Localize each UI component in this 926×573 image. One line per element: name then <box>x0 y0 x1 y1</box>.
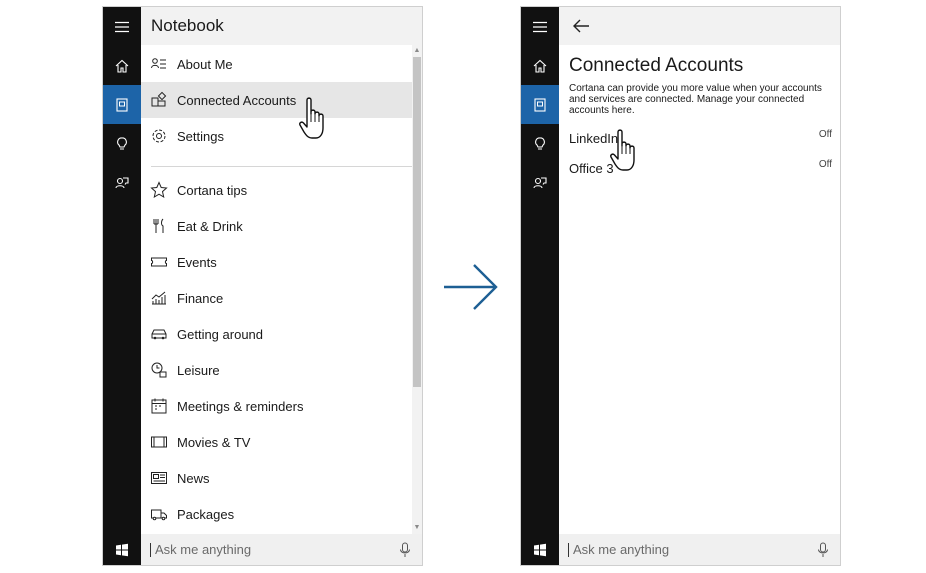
menu-item-label: Movies & TV <box>177 434 251 450</box>
notebook-header: Notebook <box>141 7 422 45</box>
menu-item-label: Eat & Drink <box>177 218 243 234</box>
hamburger-menu-button[interactable] <box>521 7 559 46</box>
menu-item-label: Getting around <box>177 326 264 342</box>
menu-item-connected-accounts[interactable]: Connected Accounts <box>141 82 412 118</box>
account-status: Off <box>818 129 832 140</box>
notebook-icon <box>116 97 128 112</box>
menu-item-label: Meetings & reminders <box>177 398 304 414</box>
hamburger-menu-button[interactable] <box>103 7 141 46</box>
leisure-icon <box>150 361 168 379</box>
nav-rail <box>521 7 559 565</box>
feedback-button[interactable] <box>103 163 141 202</box>
menu-item-label: Packages <box>177 506 235 522</box>
menu-item-label: About Me <box>177 56 233 72</box>
hamburger-icon <box>115 21 129 32</box>
menu-item-movies-tv[interactable]: Movies & TV <box>141 424 412 460</box>
scroll-thumb[interactable] <box>413 57 421 387</box>
hand-cursor-icon <box>299 97 324 139</box>
newspaper-icon <box>150 469 168 487</box>
home-button[interactable] <box>103 46 141 85</box>
windows-logo-icon <box>534 543 546 557</box>
finance-chart-icon <box>150 289 168 307</box>
menu-item-about-me[interactable]: About Me <box>141 46 412 82</box>
connected-accounts-icon <box>150 91 168 109</box>
notebook-button[interactable] <box>103 85 141 124</box>
notebook-menu: About Me Connected Accounts Settings Cor… <box>141 45 422 534</box>
hand-cursor-icon <box>610 129 635 171</box>
connected-accounts-header <box>559 7 840 45</box>
start-button[interactable] <box>103 535 141 565</box>
car-icon <box>150 325 168 343</box>
hamburger-icon <box>533 21 547 32</box>
notebook-button[interactable] <box>521 85 559 124</box>
microphone-icon[interactable] <box>816 542 830 558</box>
truck-icon <box>150 505 168 523</box>
search-input[interactable] <box>571 541 795 558</box>
connected-accounts-panel: Connected Accounts Cortana can provide y… <box>520 6 841 566</box>
notebook-icon <box>534 97 546 112</box>
menu-item-label: Settings <box>177 128 224 144</box>
menu-item-news[interactable]: News <box>141 460 412 496</box>
menu-item-label: Events <box>177 254 217 270</box>
start-button[interactable] <box>521 535 559 565</box>
calendar-icon <box>150 397 168 415</box>
film-icon <box>150 433 168 451</box>
menu-item-cortana-tips[interactable]: Cortana tips <box>141 172 412 208</box>
search-bar[interactable] <box>141 534 422 565</box>
menu-item-label: Leisure <box>177 362 220 378</box>
menu-item-label: News <box>177 470 210 486</box>
menu-item-finance[interactable]: Finance <box>141 280 412 316</box>
menu-scrollbar[interactable]: ▲ ▼ <box>412 45 422 534</box>
menu-item-label: Finance <box>177 290 224 306</box>
lightbulb-icon <box>117 136 127 150</box>
reminders-button[interactable] <box>521 124 559 163</box>
about-me-icon <box>150 55 168 73</box>
fork-knife-icon <box>150 217 168 235</box>
home-icon <box>115 59 129 73</box>
menu-item-getting-around[interactable]: Getting around <box>141 316 412 352</box>
menu-item-label: Cortana tips <box>177 182 248 198</box>
windows-logo-icon <box>116 543 128 557</box>
nav-rail <box>103 7 141 565</box>
gear-icon <box>150 127 168 145</box>
notebook-panel: Notebook About Me Connected Accounts Set… <box>102 6 423 566</box>
menu-item-leisure[interactable]: Leisure <box>141 352 412 388</box>
menu-item-eat-drink[interactable]: Eat & Drink <box>141 208 412 244</box>
home-icon <box>533 59 547 73</box>
page-title: Connected Accounts <box>569 55 744 76</box>
feedback-icon <box>115 176 129 188</box>
menu-item-packages[interactable]: Packages <box>141 496 412 532</box>
account-status: Off <box>818 159 832 170</box>
search-input[interactable] <box>153 541 377 558</box>
back-button[interactable] <box>569 14 593 38</box>
page-description: Cortana can provide you more value when … <box>569 83 822 116</box>
scroll-up-arrow-icon[interactable]: ▲ <box>413 47 421 55</box>
feedback-icon <box>533 176 547 188</box>
transition-arrow-icon <box>444 264 498 310</box>
scroll-down-arrow-icon[interactable]: ▼ <box>413 524 421 532</box>
account-name: Office 3 <box>569 161 614 176</box>
search-bar[interactable] <box>559 534 840 565</box>
connected-accounts-content: Connected Accounts Cortana can provide y… <box>559 45 840 534</box>
home-button[interactable] <box>521 46 559 85</box>
menu-divider <box>151 166 412 167</box>
reminders-button[interactable] <box>103 124 141 163</box>
menu-item-label: Connected Accounts <box>177 92 297 108</box>
menu-item-meetings-reminders[interactable]: Meetings & reminders <box>141 388 412 424</box>
menu-item-events[interactable]: Events <box>141 244 412 280</box>
star-icon <box>150 181 168 199</box>
lightbulb-icon <box>535 136 545 150</box>
text-caret <box>568 542 569 557</box>
text-caret <box>150 542 151 557</box>
back-arrow-icon <box>573 19 589 33</box>
ticket-icon <box>150 253 168 271</box>
menu-item-settings[interactable]: Settings <box>141 118 412 154</box>
microphone-icon[interactable] <box>398 542 412 558</box>
feedback-button[interactable] <box>521 163 559 202</box>
page-title: Notebook <box>151 16 224 35</box>
